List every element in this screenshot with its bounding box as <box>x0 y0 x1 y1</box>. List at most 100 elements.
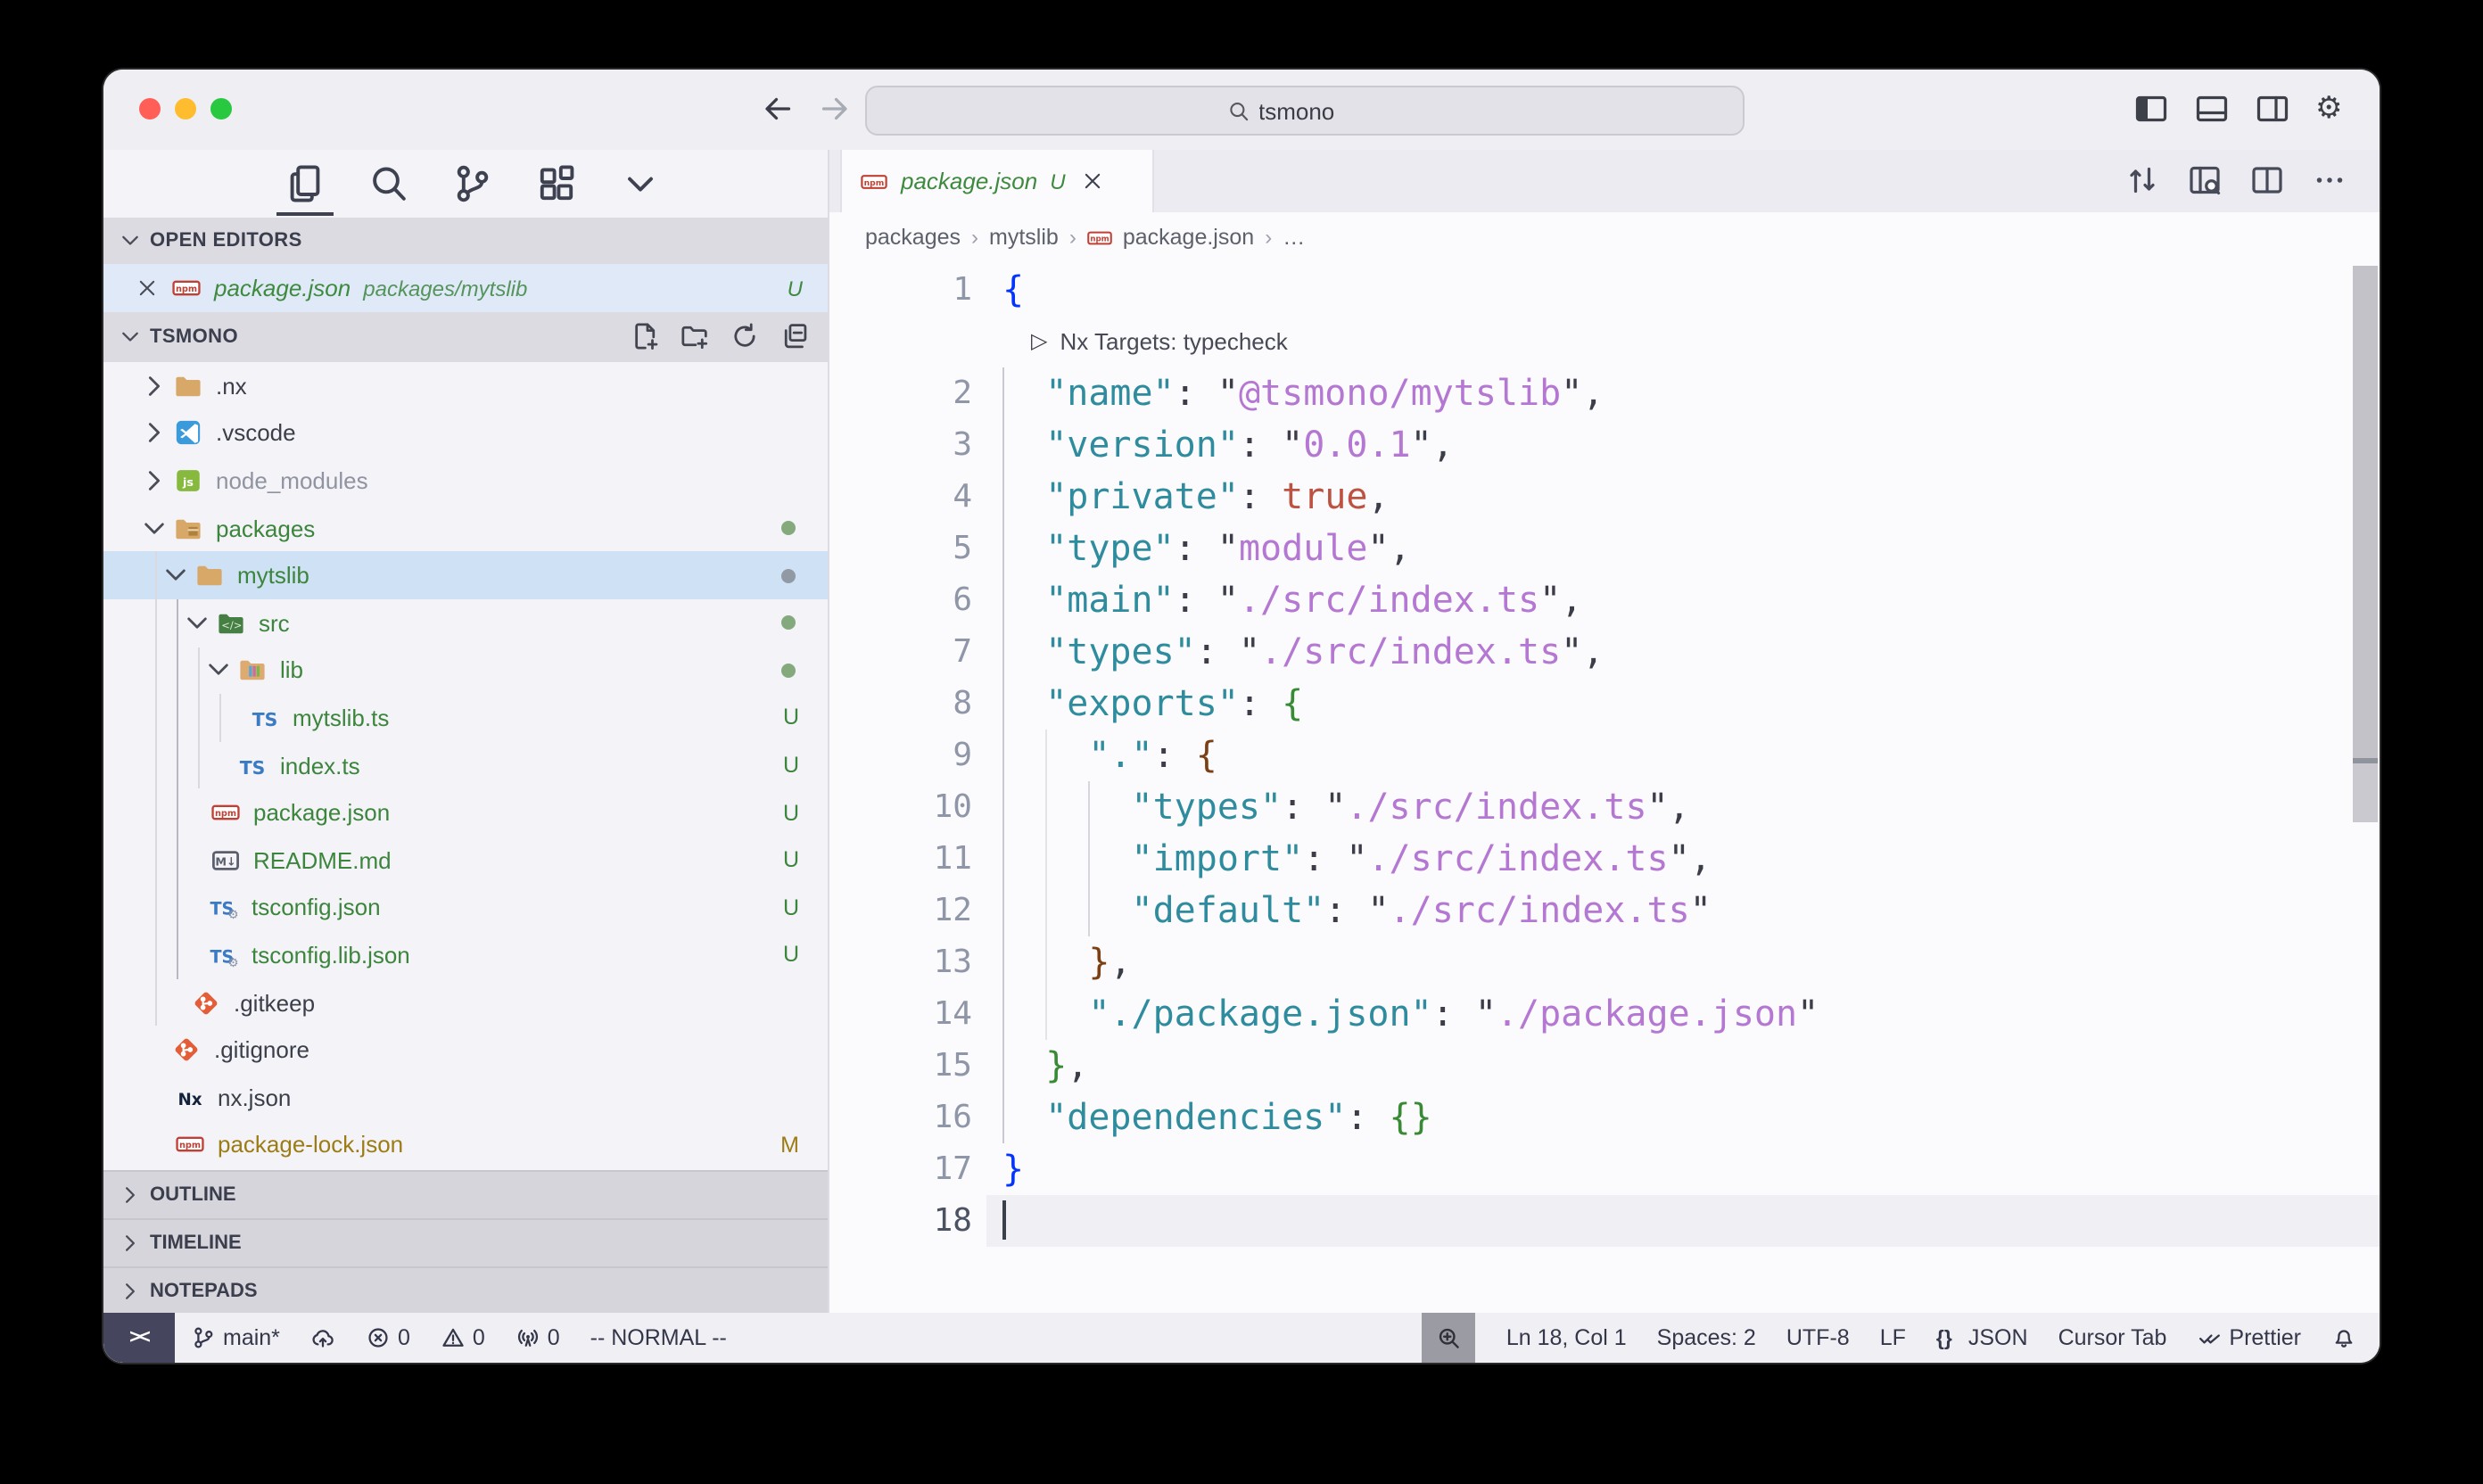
refresh-icon[interactable] <box>730 321 760 351</box>
npm-icon: npm <box>210 797 241 828</box>
close-window-button[interactable] <box>139 98 161 120</box>
status-bell[interactable] <box>2331 1325 2356 1350</box>
status-bar: >< main* 0 0 0 -- NORMAL -- Ln 18, Col 1 Spac… <box>103 1313 2380 1363</box>
tree-item-label: .gitkeep <box>234 989 315 1016</box>
toggle-secondary-sidebar-icon[interactable] <box>2255 91 2290 127</box>
folder-lib-icon <box>237 655 268 686</box>
line-number: 4 <box>829 471 972 523</box>
code-line-12: 12 "default": "./src/index.ts" <box>829 885 2353 936</box>
codelens[interactable]: ▷Nx Targets: typecheck <box>1031 316 1288 367</box>
back-arrow-icon[interactable] <box>760 91 796 127</box>
chevron-right-icon <box>118 1231 143 1256</box>
command-center-search[interactable] <box>865 86 1745 136</box>
tree-item-gitignore[interactable]: .gitignore <box>103 1026 828 1074</box>
code-editor[interactable]: 1{▷Nx Targets: typecheck2 "name": "@tsmo… <box>829 262 2380 1313</box>
open-editor-path: packages/mytslib <box>363 276 527 301</box>
status-cloud-upload[interactable] <box>310 1325 335 1350</box>
split-editor-icon[interactable] <box>2249 162 2285 198</box>
panel-section-timeline[interactable]: TIMELINE <box>103 1218 828 1266</box>
forward-arrow-icon[interactable] <box>817 91 853 127</box>
close-tab-icon[interactable] <box>1082 169 1105 193</box>
tree-item-package-json[interactable]: npmpackage.jsonU <box>103 789 828 837</box>
sidebar: OPEN EDITORS npm package.json packages/m… <box>103 150 829 1313</box>
tree-item-readme-md[interactable]: M↓README.mdU <box>103 837 828 884</box>
open-editor-item[interactable]: npm package.json packages/mytslib U <box>103 264 828 312</box>
tree-item-tsconfig-json[interactable]: TS⚙tsconfig.jsonU <box>103 884 828 931</box>
chevron-right-icon[interactable] <box>139 418 169 449</box>
status-normal[interactable]: -- NORMAL -- <box>590 1325 727 1350</box>
new-folder-icon[interactable] <box>680 321 710 351</box>
new-file-icon[interactable] <box>630 321 660 351</box>
scrollbar-segment[interactable] <box>2353 763 2378 822</box>
tree-item-nx[interactable]: .nx <box>103 362 828 409</box>
status-0[interactable]: 0 <box>516 1325 560 1350</box>
text-cursor <box>1002 1200 1006 1240</box>
breadcrumb-item-ellipsis[interactable]: … <box>1283 225 1305 250</box>
close-editor-icon[interactable] <box>136 276 159 300</box>
open-editors-header[interactable]: OPEN EDITORS <box>103 218 828 264</box>
breadcrumb-item-package-json[interactable]: npmpackage.json <box>1087 224 1254 251</box>
chevron-down-icon[interactable] <box>161 560 191 590</box>
tree-item-mytslib-ts[interactable]: TSmytslib.tsU <box>103 694 828 741</box>
status-0[interactable]: 0 <box>441 1325 485 1350</box>
scrollbar-thumb[interactable] <box>2353 266 2378 758</box>
tree-item-lib[interactable]: lib <box>103 647 828 694</box>
panel-section-outline[interactable]: OUTLINE <box>103 1170 828 1218</box>
broadcast-icon <box>516 1325 540 1350</box>
run-target-icon[interactable]: ▷ <box>1031 316 1047 367</box>
activity-explorer-icon[interactable] <box>282 159 328 209</box>
status-spaces-2[interactable]: Spaces: 2 <box>1657 1325 1756 1350</box>
status-cursor-tab[interactable]: Cursor Tab <box>2058 1325 2167 1350</box>
status-main[interactable]: main* <box>191 1325 280 1350</box>
tree-item-gitkeep[interactable]: .gitkeep <box>103 978 828 1026</box>
status-json[interactable]: {}JSON <box>1936 1325 2028 1350</box>
tree-item-packages[interactable]: packages <box>103 505 828 552</box>
tree-item-index-ts[interactable]: TSindex.tsU <box>103 742 828 789</box>
chevron-right-icon[interactable] <box>139 466 169 496</box>
code-line-18: 18 <box>829 1195 2353 1247</box>
activity-source-control-icon[interactable] <box>450 159 496 209</box>
settings-icon[interactable]: ⚙ <box>2315 91 2351 127</box>
panel-section-notepads[interactable]: NOTEPADS <box>103 1266 828 1315</box>
tree-item-node-modules[interactable]: jsnode_modules <box>103 457 828 504</box>
tree-item-nx-json[interactable]: Nxnx.json <box>103 1074 828 1121</box>
tree-item-package-lock-json[interactable]: npmpackage-lock.jsonM <box>103 1121 828 1168</box>
status-0[interactable]: 0 <box>366 1325 410 1350</box>
toggle-sidebar-icon[interactable] <box>2133 91 2169 127</box>
open-changes-icon[interactable] <box>2124 162 2160 198</box>
status-ln-18-col-1[interactable]: Ln 18, Col 1 <box>1506 1325 1627 1350</box>
activity-extensions-icon[interactable] <box>533 159 580 209</box>
collapse-all-icon[interactable] <box>780 321 810 351</box>
status-utf-8[interactable]: UTF-8 <box>1786 1325 1850 1350</box>
tab-package-json[interactable]: npm package.json U <box>840 150 1154 212</box>
status-zoom-plus[interactable] <box>1423 1313 1476 1363</box>
minimize-window-button[interactable] <box>175 98 196 120</box>
status-lf[interactable]: LF <box>1880 1325 1906 1350</box>
breadcrumb-item-mytslib[interactable]: mytslib <box>989 225 1059 250</box>
folder-icon <box>173 371 203 401</box>
tree-item-label: packages <box>216 515 315 541</box>
remote-indicator[interactable]: >< <box>103 1313 175 1363</box>
line-number: 18 <box>829 1195 972 1247</box>
toggle-panel-icon[interactable] <box>2194 91 2230 127</box>
tree-item-vscode[interactable]: .vscode <box>103 409 828 457</box>
chevron-right-icon[interactable] <box>139 371 169 401</box>
status-prettier[interactable]: Prettier <box>2197 1325 2301 1350</box>
chevron-down-icon[interactable] <box>203 655 234 686</box>
preview-icon[interactable] <box>2187 162 2223 198</box>
breadcrumb-item-packages[interactable]: packages <box>865 225 961 250</box>
tree-item-mytslib[interactable]: mytslib <box>103 552 828 599</box>
zoom-window-button[interactable] <box>210 98 232 120</box>
window-controls <box>139 98 232 120</box>
chevron-down-icon[interactable] <box>182 608 212 639</box>
tree-item-tsconfig-lib-json[interactable]: TS⚙tsconfig.lib.jsonU <box>103 931 828 978</box>
chevron-down-icon[interactable] <box>139 513 169 543</box>
tree-item-src[interactable]: </>src <box>103 599 828 647</box>
vscode-icon <box>173 418 203 449</box>
activity-more-icon[interactable] <box>617 159 664 209</box>
node-icon: js <box>173 466 203 496</box>
more-actions-icon[interactable] <box>2312 162 2347 198</box>
search-input[interactable] <box>1258 97 1383 124</box>
activity-search-icon[interactable] <box>366 159 412 209</box>
explorer-section-header[interactable]: TSMONO <box>103 312 828 362</box>
